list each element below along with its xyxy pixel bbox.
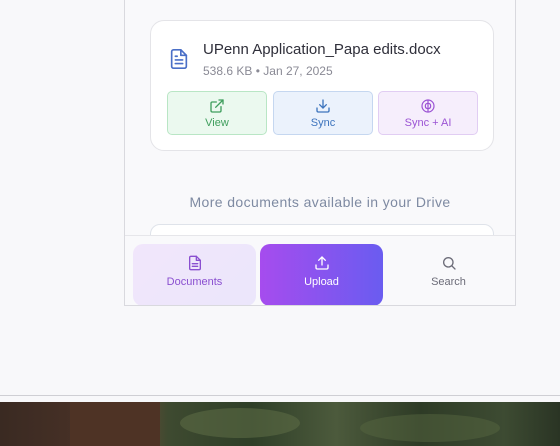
bottom-nav: Documents Upload Search [125, 235, 515, 305]
divider [0, 395, 560, 396]
document-icon [188, 255, 201, 271]
brain-icon [421, 99, 435, 113]
nav-documents[interactable]: Documents [133, 244, 256, 305]
nav-documents-label: Documents [166, 276, 223, 288]
nav-upload[interactable]: Upload [260, 244, 383, 305]
nav-search[interactable]: Search [387, 244, 510, 305]
view-button-label: View [205, 117, 229, 129]
file-date: Jan 27, 2025 [263, 64, 333, 78]
sync-button-label: Sync [310, 117, 336, 129]
external-link-icon [210, 99, 224, 113]
file-name: UPenn Application_Papa edits.docx [203, 41, 441, 58]
background-photo [0, 402, 560, 446]
nav-upload-label: Upload [304, 276, 339, 288]
meta-separator: • [255, 64, 260, 78]
sync-button[interactable]: Sync [273, 91, 373, 135]
sync-ai-button[interactable]: Sync + AI [378, 91, 478, 135]
search-icon [442, 257, 456, 270]
file-size: 538.6 KB [203, 64, 253, 78]
download-icon [316, 99, 330, 113]
upload-icon [314, 256, 329, 270]
document-icon [170, 49, 188, 69]
drive-panel: UPenn Application_Papa edits.docx 538.6 … [124, 0, 516, 306]
foliage [360, 414, 500, 442]
file-meta: 538.6 KB • Jan 27, 2025 [203, 64, 333, 78]
nav-search-label: Search [431, 276, 466, 288]
tree-trunk [70, 402, 160, 446]
more-documents-text: More documents available in your Drive [189, 194, 451, 210]
sync-ai-button-label: Sync + AI [404, 117, 452, 129]
file-card[interactable]: UPenn Application_Papa edits.docx 538.6 … [150, 20, 494, 151]
view-button[interactable]: View [167, 91, 267, 135]
foliage [180, 408, 300, 438]
